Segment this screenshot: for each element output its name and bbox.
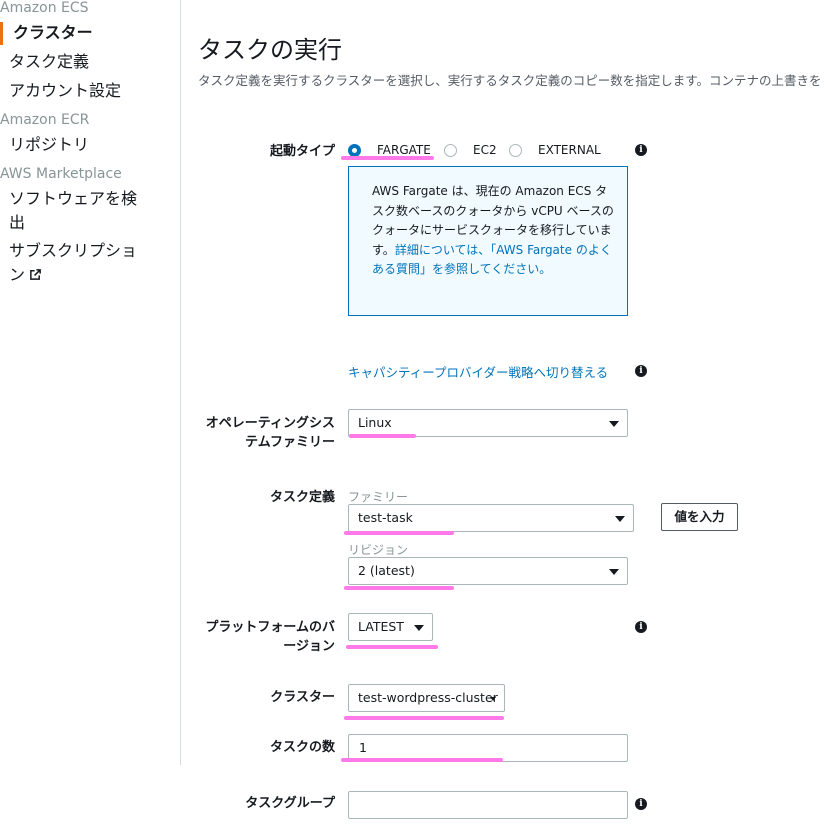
task-definition-label: タスク定義 (269, 490, 335, 505)
sidebar-section-ecr: Amazon ECR (0, 112, 90, 128)
cluster-label: クラスター (270, 690, 335, 705)
highlight-mark (344, 716, 504, 720)
capacity-info-icon[interactable]: i (635, 365, 647, 377)
cluster-value: test-wordpress-cluster (358, 690, 498, 705)
task-group-input[interactable] (348, 791, 628, 819)
external-link-icon (30, 269, 41, 280)
capacity-provider-link[interactable]: キャパシティープロバイダー戦略へ切り替える (348, 362, 608, 381)
page-title: タスクの実行 (198, 36, 342, 64)
revision-label: リビジョン (348, 543, 409, 557)
family-select[interactable]: test-task (348, 504, 634, 532)
page-description: タスク定義を実行するクラスターを選択し、実行するタスク定義のコピー数を指定します… (198, 73, 822, 88)
sidebar: Amazon ECS クラスター タスク定義 アカウント設定 Amazon EC… (0, 0, 181, 765)
chevron-down-icon (414, 625, 424, 631)
sidebar-item-discover-software[interactable]: ソフトウェアを検出 (9, 187, 144, 235)
platform-version-value: LATEST (358, 619, 404, 634)
sidebar-item-clusters[interactable]: クラスター (13, 21, 153, 45)
task-count-value: 1 (359, 740, 367, 755)
revision-value: 2 (latest) (358, 563, 415, 578)
highlight-mark (344, 586, 454, 590)
highlight-mark (349, 434, 416, 438)
chevron-down-icon (609, 421, 619, 427)
task-group-info-icon[interactable]: i (635, 798, 647, 810)
highlight-mark (346, 645, 438, 649)
chevron-down-icon (609, 569, 619, 575)
platform-version-info-icon[interactable]: i (635, 621, 647, 633)
task-group-label: タスクグループ (245, 796, 335, 811)
radio-fargate-label[interactable]: FARGATE (377, 143, 431, 157)
os-family-select[interactable]: Linux (348, 409, 628, 437)
radio-external-label[interactable]: EXTERNAL (538, 143, 601, 157)
active-indicator (0, 22, 3, 45)
radio-ec2[interactable] (444, 144, 457, 157)
radio-ec2-label[interactable]: EC2 (473, 143, 497, 157)
chevron-down-icon (615, 516, 625, 522)
task-count-label: タスクの数 (269, 740, 335, 755)
family-value: test-task (358, 510, 413, 525)
sidebar-section-marketplace: AWS Marketplace (0, 166, 122, 182)
family-label: ファミリー (348, 490, 409, 504)
os-family-label: オペレーティングシステムファミリー (205, 416, 335, 450)
sidebar-item-repositories[interactable]: リポジトリ (9, 133, 149, 157)
fargate-faq-link[interactable]: 詳細については、「AWS Fargate のよくある質問」を参照してください。 (372, 243, 612, 277)
platform-version-label: プラットフォームのバージョン (205, 620, 335, 654)
sidebar-section-ecs: Amazon ECS (0, 0, 89, 16)
launch-type-info-icon[interactable]: i (635, 144, 647, 156)
chevron-down-icon (490, 697, 496, 701)
highlight-mark (341, 758, 503, 762)
os-family-value: Linux (358, 415, 392, 430)
sidebar-item-account-settings[interactable]: アカウント設定 (9, 79, 149, 103)
cluster-select[interactable]: test-wordpress-cluster (348, 684, 505, 712)
highlight-mark (341, 156, 434, 160)
platform-version-select[interactable]: LATEST (348, 613, 433, 641)
revision-select[interactable]: 2 (latest) (348, 557, 628, 585)
sidebar-item-task-definitions[interactable]: タスク定義 (9, 50, 149, 74)
highlight-mark (344, 531, 454, 535)
fargate-info-box: AWS Fargate は、現在の Amazon ECS タスク数ベースのクォー… (348, 166, 628, 316)
launch-type-label: 起動タイプ (269, 144, 335, 159)
radio-external[interactable] (509, 144, 522, 157)
sidebar-item-subscriptions[interactable]: サブスクリプション (9, 239, 144, 287)
enter-value-button[interactable]: 値を入力 (661, 503, 738, 531)
